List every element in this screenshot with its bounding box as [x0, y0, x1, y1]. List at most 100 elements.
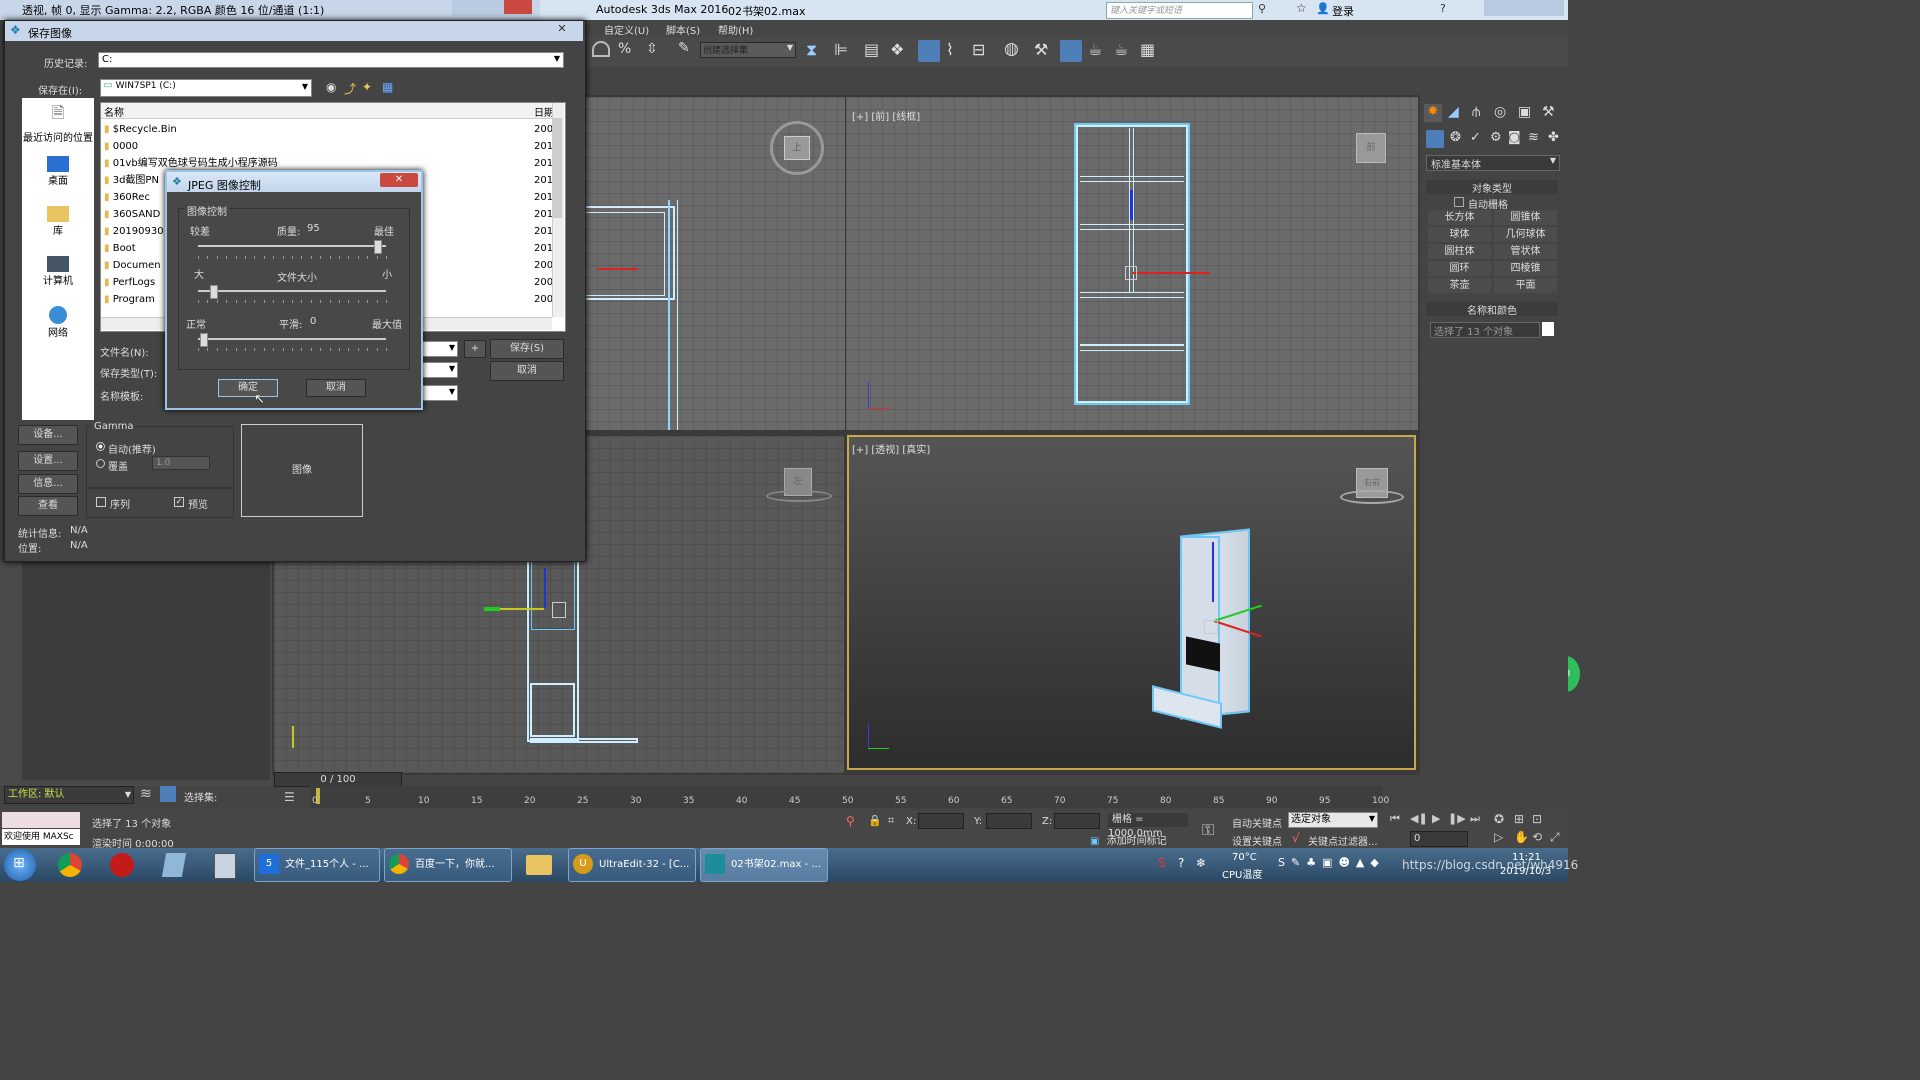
- cmd-btn-0[interactable]: 长方体: [1428, 210, 1491, 225]
- systems-icon[interactable]: ✤: [1548, 130, 1559, 145]
- place-library[interactable]: 库: [22, 206, 94, 246]
- fov-icon[interactable]: ▷: [1494, 830, 1503, 844]
- back-icon[interactable]: ◉: [326, 80, 336, 94]
- tray-app-icons[interactable]: S✎♣▣☻▲◆: [1278, 856, 1385, 869]
- help-icon[interactable]: ?: [1440, 2, 1446, 15]
- next-frame-icon[interactable]: ❚▶: [1448, 812, 1466, 825]
- devices-button[interactable]: 设备...: [18, 425, 78, 445]
- sequence-checkbox[interactable]: [96, 497, 106, 507]
- gamma-override-radio[interactable]: [96, 459, 105, 468]
- image-window-close-button[interactable]: [504, 0, 532, 14]
- menu-script[interactable]: 脚本(S): [666, 22, 700, 37]
- explorer-taskbar-icon[interactable]: [526, 855, 552, 875]
- key-filter-icon[interactable]: √: [1292, 831, 1300, 845]
- curve-editor-icon[interactable]: ⌇: [946, 40, 954, 59]
- edit-named-sel-icon[interactable]: ✎: [678, 40, 690, 56]
- workspace-selector[interactable]: 工作区: 默认 ▼: [4, 786, 134, 804]
- taskbar-item-ultraedit[interactable]: U UltraEdit-32 - [C...: [568, 848, 696, 882]
- notes-taskbar-icon[interactable]: [161, 853, 187, 877]
- go-end-icon[interactable]: ⏭: [1470, 812, 1480, 826]
- cmd-btn-5[interactable]: 管状体: [1494, 244, 1557, 259]
- autogrid-checkbox[interactable]: [1454, 197, 1464, 207]
- geometry-type-icon[interactable]: [1426, 130, 1444, 148]
- spacewarps-icon[interactable]: ≋: [1528, 130, 1539, 145]
- cmd-btn-3[interactable]: 几何球体: [1494, 227, 1557, 242]
- history-dropdown[interactable]: C: ▼: [98, 52, 564, 68]
- view-button[interactable]: 查看: [18, 496, 78, 516]
- cmd-tab-modify-icon[interactable]: ◢: [1448, 104, 1459, 120]
- preview-checkbox[interactable]: ✓: [174, 497, 184, 507]
- calculator-taskbar-icon[interactable]: [214, 853, 236, 879]
- x-coordinate-field[interactable]: [918, 813, 964, 829]
- percent-snap-icon[interactable]: %: [618, 41, 631, 57]
- save-button[interactable]: 保存(S): [490, 339, 564, 359]
- max-window-controls[interactable]: [1484, 0, 1564, 16]
- cmd-btn-9[interactable]: 平面: [1494, 278, 1557, 293]
- render-production-icon[interactable]: ☕: [1088, 40, 1102, 59]
- info-button[interactable]: 信息...: [18, 474, 78, 494]
- chrome-taskbar-icon[interactable]: [58, 853, 82, 877]
- place-computer[interactable]: 计算机: [22, 256, 94, 296]
- cmd-tab-hierarchy-icon[interactable]: ⫛: [1472, 104, 1480, 120]
- cmd-btn-8[interactable]: 茶壶: [1428, 278, 1491, 293]
- smooth-slider-track[interactable]: [198, 338, 386, 340]
- template-field[interactable]: ▼: [418, 385, 458, 401]
- key-filter-button[interactable]: 关键点过滤器...: [1308, 833, 1378, 848]
- taskbar-item-115[interactable]: 5 文件_115个人 - ...: [254, 848, 380, 882]
- object-type-rollout[interactable]: 对象类型: [1426, 180, 1558, 195]
- taskbar-item-3dsmax[interactable]: 02书架02.max - ...: [700, 848, 828, 882]
- auto-key-button[interactable]: 自动关键点: [1232, 815, 1282, 830]
- tray-temp-icon[interactable]: ❄: [1196, 856, 1206, 870]
- time-slider[interactable]: 0 / 100: [274, 772, 402, 787]
- z-coordinate-field[interactable]: [1054, 813, 1100, 829]
- menu-help[interactable]: 帮助(H): [718, 22, 753, 37]
- cmd-tab-motion-icon[interactable]: ◎: [1494, 104, 1506, 120]
- save-in-dropdown[interactable]: ▭ WIN7SP1 (C:) ▼: [100, 79, 312, 97]
- object-name-field[interactable]: 选择了 13 个对象: [1430, 322, 1540, 338]
- play-icon[interactable]: ▶: [1432, 812, 1440, 825]
- list-item[interactable]: ▮ $Recycle.Bin: [104, 121, 524, 138]
- orbit-icon[interactable]: ⟲: [1532, 830, 1542, 844]
- save-cancel-button[interactable]: 取消: [490, 361, 564, 381]
- shapes-icon[interactable]: ❂: [1450, 130, 1461, 145]
- menu-custom[interactable]: 自定义(U): [604, 22, 649, 37]
- selected-object-dropdown[interactable]: 选定对象 ▼: [1288, 812, 1378, 828]
- plus-button[interactable]: +: [464, 340, 486, 358]
- cmd-btn-2[interactable]: 球体: [1428, 227, 1491, 242]
- material-editor-icon[interactable]: ◍: [1004, 39, 1019, 59]
- jpeg-dialog-close-button[interactable]: ✕: [380, 173, 418, 187]
- filename-field[interactable]: ▼: [418, 341, 458, 357]
- cmd-btn-7[interactable]: 四棱锥: [1494, 261, 1557, 276]
- size-slider-track[interactable]: [198, 290, 386, 292]
- rendered-frame-icon[interactable]: [1060, 40, 1082, 62]
- new-folder-icon[interactable]: ✦: [362, 80, 372, 94]
- viewcube-front[interactable]: 前: [1356, 133, 1386, 163]
- pin-icon[interactable]: ⚲: [846, 814, 855, 828]
- viewport-perspective-label[interactable]: [+] [透视] [真实]: [852, 441, 930, 456]
- size-slider-thumb[interactable]: [210, 285, 219, 299]
- maxscript-mini[interactable]: 欢迎使用 MAXSc: [2, 829, 80, 845]
- star-icon[interactable]: ☆: [1296, 1, 1307, 15]
- place-desktop[interactable]: 桌面: [22, 156, 94, 196]
- cmd-tab-create[interactable]: ✸: [1424, 104, 1442, 122]
- set-key-button[interactable]: 设置关键点: [1232, 833, 1282, 848]
- cmd-tab-display-icon[interactable]: ▣: [1518, 104, 1531, 120]
- viewcube-top-face[interactable]: 上: [784, 136, 810, 160]
- cmd-btn-4[interactable]: 圆柱体: [1428, 244, 1491, 259]
- up-folder-icon[interactable]: ⤴: [344, 80, 356, 97]
- mirror-icon[interactable]: ⧗: [806, 40, 817, 60]
- viewport-front-label[interactable]: [+] [前] [线框]: [852, 108, 920, 123]
- cmd-btn-6[interactable]: 圆环: [1428, 261, 1491, 276]
- layers-icon[interactable]: ≋: [140, 786, 152, 802]
- cmd-btn-1[interactable]: 圆锥体: [1494, 210, 1557, 225]
- col-date-header[interactable]: 日期: [534, 104, 554, 119]
- quality-slider-track[interactable]: [198, 245, 386, 247]
- gamma-auto-radio[interactable]: [96, 442, 105, 451]
- zoom-extents-icon[interactable]: ⊞: [1514, 812, 1524, 826]
- cmd-tab-utilities-icon[interactable]: ⚒: [1542, 104, 1555, 120]
- list-item[interactable]: ▮ 0000: [104, 138, 524, 155]
- viewport-perspective[interactable]: [847, 435, 1416, 770]
- prev-frame-icon[interactable]: ◀❚: [1410, 812, 1428, 825]
- smooth-slider-thumb[interactable]: [200, 333, 208, 347]
- search-box[interactable]: 键入关键字或短语: [1106, 2, 1253, 19]
